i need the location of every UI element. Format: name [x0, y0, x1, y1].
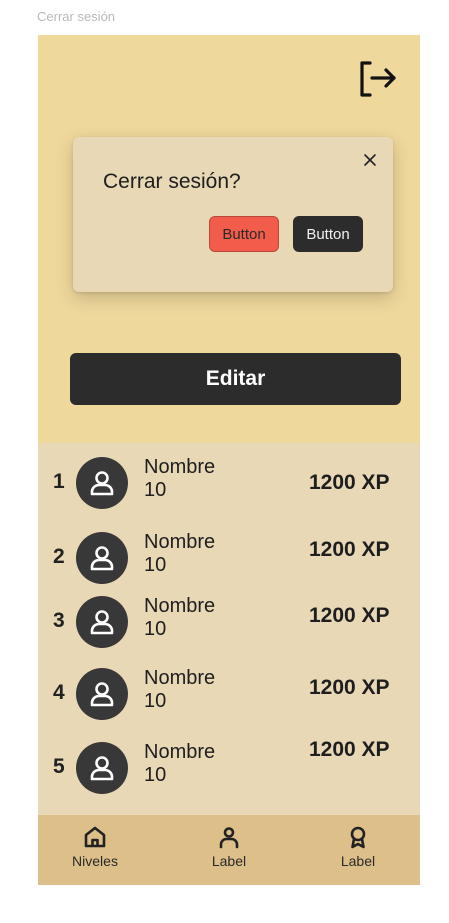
cancel-button[interactable]: Button — [293, 216, 363, 252]
player-level: 10 — [144, 618, 167, 640]
player-info: Nombre 10 — [144, 741, 215, 787]
player-name: Nombre — [144, 531, 216, 553]
player-name: Nombre — [144, 741, 216, 763]
ranking-row[interactable]: 1 Nombre 10 1200 XP — [38, 451, 420, 511]
nav-label: Niveles — [72, 853, 118, 869]
frame-label: Cerrar sesión — [37, 9, 116, 24]
logout-icon — [360, 61, 396, 97]
user-icon — [219, 827, 239, 849]
ranking-row[interactable]: 3 Nombre 10 1200 XP — [38, 590, 420, 650]
player-level: 10 — [144, 554, 167, 576]
close-button[interactable] — [363, 153, 377, 167]
logout-dialog: Cerrar sesión? Button Button — [73, 137, 393, 292]
rank-number: 1 — [53, 470, 65, 493]
rank-number: 2 — [53, 545, 65, 568]
ranking-row[interactable]: 5 Nombre 10 1200 XP — [38, 736, 420, 796]
avatar — [76, 532, 128, 584]
player-info: Nombre 10 — [144, 456, 215, 502]
nav-label: Label — [340, 853, 376, 869]
ranking-list: 1 Nombre 10 1200 XP 2 Nombre 10 1200 XP … — [38, 443, 420, 815]
header-area: Cerrar sesión? Button Button Editar — [38, 35, 420, 443]
bottom-navigation: Niveles Label Label — [38, 815, 420, 885]
player-level: 10 — [144, 764, 167, 786]
nav-item-niveles[interactable]: Niveles — [50, 825, 140, 869]
dialog-title: Cerrar sesión? — [103, 170, 241, 193]
player-xp: 1200 XP — [309, 538, 390, 561]
ranking-row[interactable]: 2 Nombre 10 1200 XP — [38, 526, 420, 586]
player-xp: 1200 XP — [309, 676, 390, 699]
player-name: Nombre — [144, 595, 216, 617]
player-level: 10 — [144, 690, 167, 712]
rank-number: 3 — [53, 609, 65, 632]
player-name: Nombre — [144, 667, 216, 689]
user-icon — [90, 756, 114, 781]
user-icon — [90, 610, 114, 635]
rank-number: 4 — [53, 681, 65, 704]
nav-item-profile[interactable]: Label — [184, 825, 274, 869]
nav-label: Label — [211, 853, 247, 869]
player-xp: 1200 XP — [309, 738, 390, 761]
rank-number: 5 — [53, 755, 65, 778]
edit-button[interactable]: Editar — [70, 353, 401, 405]
player-info: Nombre 10 — [144, 531, 215, 577]
player-xp: 1200 XP — [309, 471, 390, 494]
player-level: 10 — [144, 479, 167, 501]
user-icon — [90, 546, 114, 571]
player-info: Nombre 10 — [144, 667, 215, 713]
nav-item-awards[interactable]: Label — [313, 825, 403, 869]
logout-button[interactable] — [356, 57, 400, 101]
ranking-row[interactable]: 4 Nombre 10 1200 XP — [38, 662, 420, 722]
avatar — [76, 742, 128, 794]
player-name: Nombre — [144, 456, 216, 478]
player-info: Nombre 10 — [144, 595, 215, 641]
avatar — [76, 596, 128, 648]
player-xp: 1200 XP — [309, 604, 390, 627]
user-icon — [90, 682, 114, 707]
user-icon — [90, 471, 114, 496]
avatar — [76, 457, 128, 509]
close-icon — [364, 154, 376, 166]
app-screen: Cerrar sesión? Button Button Editar 1 No… — [38, 35, 420, 885]
award-icon — [350, 826, 366, 849]
avatar — [76, 668, 128, 720]
confirm-button[interactable]: Button — [209, 216, 279, 252]
home-icon — [84, 826, 106, 848]
